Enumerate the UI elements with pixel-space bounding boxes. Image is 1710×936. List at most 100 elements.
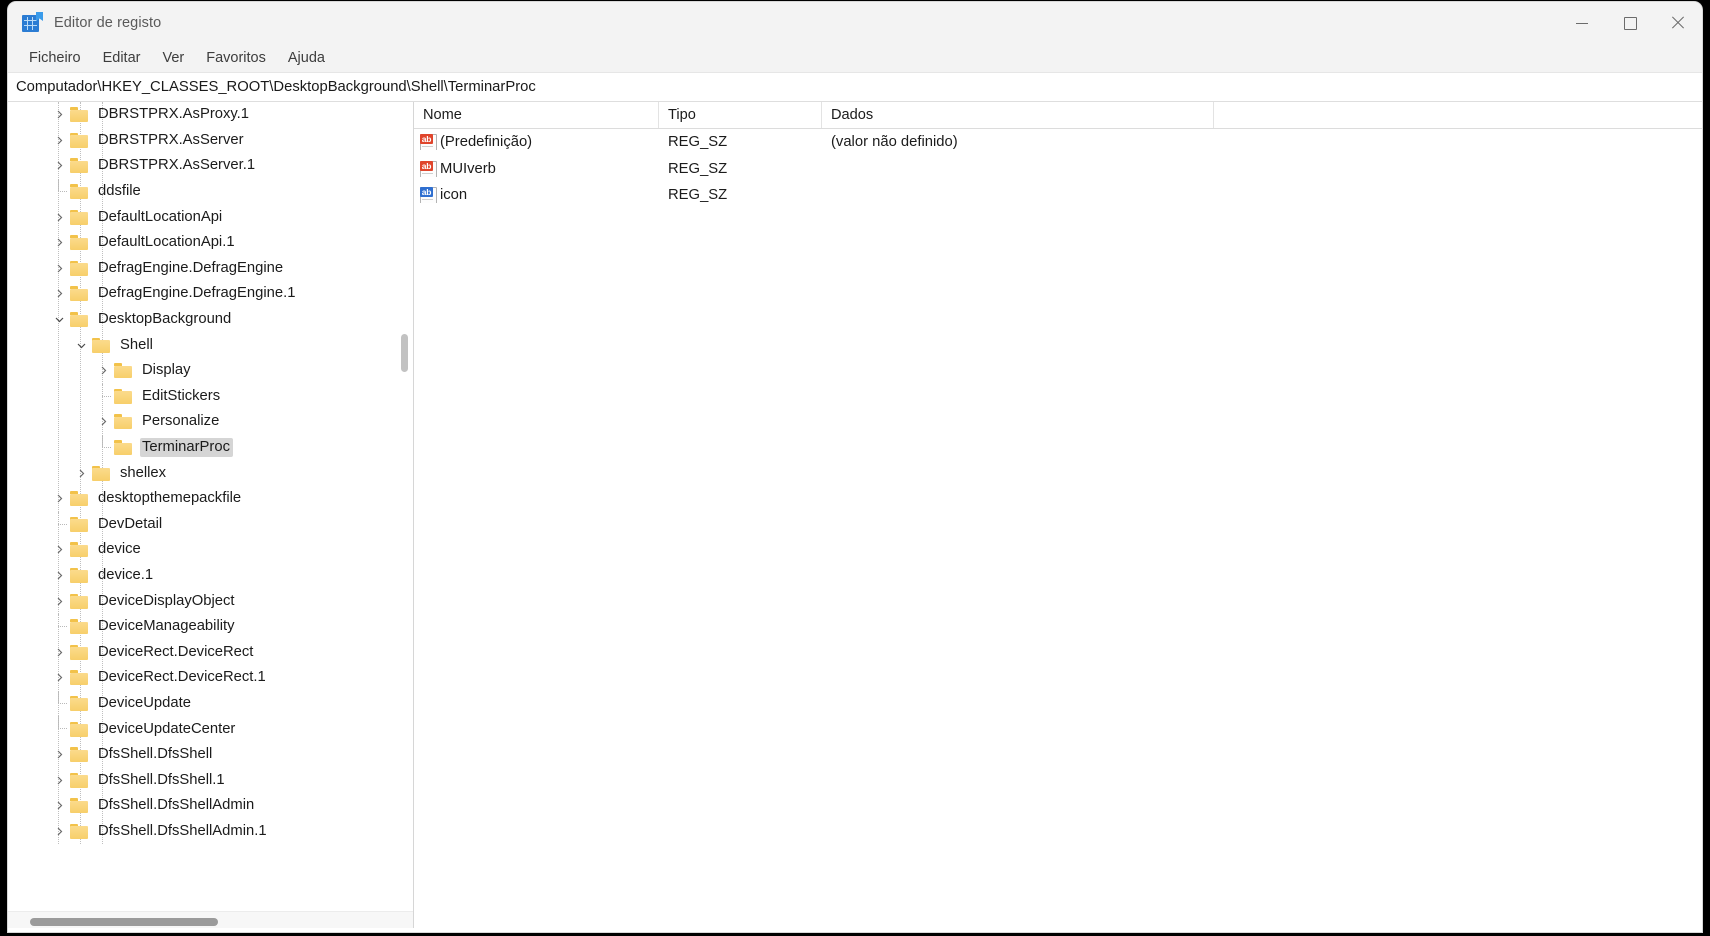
tree-item-dbrstprx-asproxy-1[interactable]: DBRSTPRX.AsProxy.1 [8,102,413,128]
tree-item-label: DBRSTPRX.AsServer [98,131,244,148]
minimize-button[interactable] [1558,2,1606,44]
tree-item-label: desktopthemepackfile [98,490,242,507]
menu-favoritos[interactable]: Favoritos [195,47,277,69]
tree-item-devdetail[interactable]: DevDetail [8,511,413,538]
tree-item-defaultlocationapi-1[interactable]: DefaultLocationApi.1 [8,230,413,256]
value-row[interactable]: ab icon REG_SZ [414,182,1702,209]
chevron-right-icon[interactable] [48,639,70,665]
menu-editar[interactable]: Editar [92,47,152,69]
tree-connector-line [48,178,70,205]
maximize-button[interactable] [1606,2,1654,44]
menu-ficheiro[interactable]: Ficheiro [18,47,92,69]
folder-icon [114,388,133,404]
tree-item-defragengine-defragengine[interactable]: DefragEngine.DefragEngine [8,256,413,282]
tree-item-devicerect-devicerect[interactable]: DeviceRect.DeviceRect [8,639,413,665]
tree-item-label: shellex [120,464,167,481]
tree-item-label: DevDetail [98,515,163,532]
tree-item-device[interactable]: device [8,537,413,563]
tree-item-display[interactable]: Display [8,358,413,384]
tree-item-terminarproc[interactable]: TerminarProc [8,434,413,461]
folder-icon [70,567,89,583]
tree-item-label: DfsShell.DfsShellAdmin.1 [98,822,267,839]
tree-item-shell[interactable]: Shell [8,332,413,358]
chevron-down-icon[interactable] [48,307,70,333]
column-header-nome[interactable]: Nome [414,102,659,128]
value-name: MUIverb [440,160,496,177]
minimize-icon [1576,22,1588,24]
column-header-tipo[interactable]: Tipo [659,102,822,128]
tree-item-dfsshell-dfsshelladmin[interactable]: DfsShell.DfsShellAdmin [8,793,413,819]
chevron-right-icon[interactable] [48,793,70,819]
tree-scroll-area: DBRSTPRX.AsProxy.1 DBRSTPRX.AsServer DBRST… [8,102,413,911]
folder-icon [70,670,89,686]
tree-connector-line [48,690,70,717]
chevron-right-icon[interactable] [48,767,70,793]
tree-item-devicemanageability[interactable]: DeviceManageability [8,613,413,640]
chevron-down-icon[interactable] [70,332,92,358]
tree-item-label: DeviceManageability [98,618,235,635]
values-column-headers: Nome Tipo Dados [414,102,1702,129]
tree-item-deviceupdatecenter[interactable]: DeviceUpdateCenter [8,716,413,742]
tree-item-label: ddsfile [98,183,141,200]
tree-item-label: DeviceUpdate [98,694,191,711]
chevron-right-icon[interactable] [48,665,70,691]
chevron-right-icon[interactable] [48,230,70,256]
tree-item-desktopthemepackfile[interactable]: desktopthemepackfile [8,486,413,512]
value-type: REG_SZ [668,187,728,204]
window-title: Editor de registo [54,15,162,31]
address-bar[interactable]: Computador\HKEY_CLASSES_ROOT\DesktopBack… [8,72,1702,102]
tree-item-defaultlocationapi[interactable]: DefaultLocationApi [8,204,413,230]
registry-editor-icon [22,12,43,33]
tree-item-dbrstprx-asserver[interactable]: DBRSTPRX.AsServer [8,128,413,154]
chevron-right-icon[interactable] [48,102,70,128]
chevron-right-icon[interactable] [48,588,70,614]
window-controls [1558,2,1702,44]
chevron-right-icon[interactable] [48,204,70,230]
chevron-right-icon[interactable] [92,409,114,435]
tree-item-dbrstprx-asserver-1[interactable]: DBRSTPRX.AsServer.1 [8,153,413,179]
folder-icon [70,798,89,814]
tree-item-ddsfile[interactable]: ddsfile [8,178,413,205]
menu-ver[interactable]: Ver [151,47,195,69]
tree-item-personalize[interactable]: Personalize [8,409,413,435]
tree-item-label: DfsShell.DfsShell.1 [98,771,225,788]
chevron-right-icon[interactable] [48,537,70,563]
chevron-right-icon[interactable] [48,153,70,179]
chevron-right-icon[interactable] [48,256,70,282]
tree-item-desktopbackground[interactable]: DesktopBackground [8,307,413,333]
value-row[interactable]: ab (Predefinição) REG_SZ (valor não definid… [414,129,1702,156]
tree-vertical-scrollbar[interactable] [397,102,413,911]
value-data: (valor não definido) [831,134,958,151]
chevron-right-icon[interactable] [48,742,70,768]
tree-item-label: DefaultLocationApi [98,208,223,225]
chevron-right-icon[interactable] [48,281,70,307]
tree-item-label: Display [142,362,191,379]
chevron-right-icon[interactable] [70,460,92,486]
tree-item-label: DefragEngine.DefragEngine.1 [98,285,296,302]
tree-item-devicedisplayobject[interactable]: DeviceDisplayObject [8,588,413,614]
tree-item-dfsshell-dfsshelladmin-1[interactable]: DfsShell.DfsShellAdmin.1 [8,819,413,845]
column-header-dados[interactable]: Dados [822,102,1214,128]
chevron-right-icon[interactable] [48,486,70,512]
tree-item-editstickers[interactable]: EditStickers [8,383,413,410]
chevron-right-icon[interactable] [48,819,70,845]
tree-item-devicerect-devicerect-1[interactable]: DeviceRect.DeviceRect.1 [8,665,413,691]
menu-ajuda[interactable]: Ajuda [277,47,336,69]
value-row[interactable]: ab MUIverb REG_SZ [414,156,1702,183]
tree-item-label: device [98,541,141,558]
value-name-cell: ab (Predefinição) [414,134,659,151]
tree-vertical-scrollbar-thumb[interactable] [401,334,408,372]
tree-item-device-1[interactable]: device.1 [8,563,413,589]
tree-horizontal-scrollbar-thumb[interactable] [30,918,218,926]
tree-item-defragengine-defragengine-1[interactable]: DefragEngine.DefragEngine.1 [8,281,413,307]
close-button[interactable] [1654,2,1702,44]
tree-item-label: DBRSTPRX.AsServer.1 [98,157,256,174]
chevron-right-icon[interactable] [48,563,70,589]
tree-item-shellex[interactable]: shellex [8,460,413,486]
chevron-right-icon[interactable] [92,358,114,384]
tree-connector-line [48,613,70,640]
chevron-right-icon[interactable] [48,128,70,154]
tree-item-dfsshell-dfsshell[interactable]: DfsShell.DfsShell [8,742,413,768]
tree-item-dfsshell-dfsshell-1[interactable]: DfsShell.DfsShell.1 [8,767,413,793]
tree-item-deviceupdate[interactable]: DeviceUpdate [8,690,413,717]
